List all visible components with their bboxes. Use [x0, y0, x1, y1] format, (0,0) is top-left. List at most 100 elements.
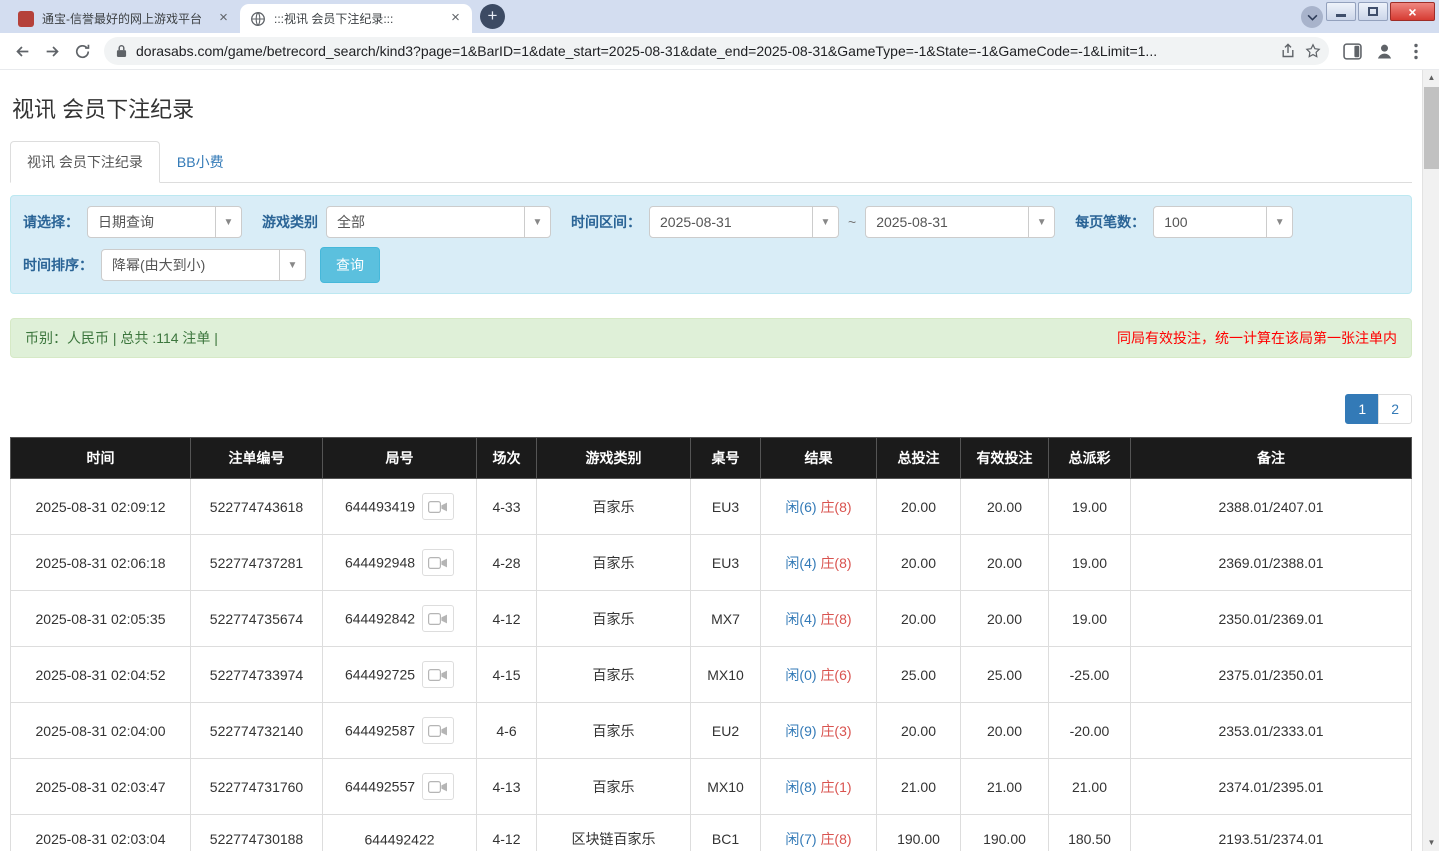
round-number: 644492587 — [344, 722, 416, 739]
page-scrollbar[interactable]: ▲ ▼ — [1422, 70, 1439, 851]
bet-records-table: 时间 注单编号 局号 场次 游戏类别 桌号 结果 总投注 有效投注 总派彩 备注 2025-08-3… — [10, 437, 1412, 851]
browser-window: 通宝-信誉最好的网上游戏平台 × :::视讯 会员下注纪录::: × + × d… — [0, 0, 1439, 70]
bookmark-star-icon[interactable] — [1305, 43, 1321, 59]
chevron-down-icon[interactable]: ▼ — [215, 207, 241, 237]
sort-order-label: 时间排序： — [23, 257, 93, 273]
page-content: 视讯 会员下注纪录 视讯 会员下注纪录 BB小费 请选择： 日期查询 ▼ 游戏类… — [0, 70, 1422, 851]
chevron-down-icon[interactable]: ▼ — [1266, 207, 1292, 237]
table-header-row: 时间 注单编号 局号 场次 游戏类别 桌号 结果 总投注 有效投注 总派彩 备注 — [10, 437, 1412, 479]
per-page-dropdown[interactable]: 100 ▼ — [1153, 206, 1294, 238]
window-minimize-button[interactable] — [1326, 2, 1356, 21]
cell-valid-bet: 20.00 — [960, 478, 1049, 535]
reload-icon[interactable] — [68, 37, 96, 65]
cell-bet-id: 522774735674 — [190, 590, 323, 647]
cell-bet-id: 522774737281 — [190, 534, 323, 591]
window-close-button[interactable]: × — [1390, 2, 1435, 21]
chevron-down-icon[interactable]: ▼ — [279, 250, 305, 280]
chevron-down-icon[interactable]: ▼ — [812, 207, 838, 237]
scrollbar-down-arrow[interactable]: ▼ — [1423, 835, 1439, 851]
video-icon[interactable] — [422, 493, 455, 520]
cell-game-type: 百家乐 — [536, 534, 691, 591]
url-text[interactable]: dorasabs.com/game/betrecord_search/kind3… — [136, 43, 1271, 59]
scrollbar-thumb[interactable] — [1424, 87, 1439, 169]
chevron-down-icon[interactable]: ▼ — [524, 207, 550, 237]
tab-bb-tips[interactable]: BB小费 — [160, 141, 241, 183]
forward-icon[interactable] — [38, 37, 66, 65]
result-banker: 庄(8) — [820, 610, 852, 627]
cell-valid-bet: 25.00 — [960, 646, 1049, 703]
side-panel-icon[interactable] — [1337, 37, 1367, 65]
browser-tab-betrecord[interactable]: :::视讯 会员下注纪录::: × — [240, 4, 472, 33]
cell-payout: -25.00 — [1048, 646, 1131, 703]
date-end-value: 2025-08-31 — [876, 214, 948, 230]
currency-total-summary: 币别：人民币 | 总共 :114 注单 | — [25, 330, 218, 346]
cell-total-bet: 190.00 — [876, 814, 961, 851]
cell-round: 644493419 — [322, 478, 477, 535]
game-type-dropdown[interactable]: 全部 ▼ — [326, 206, 551, 238]
cell-payout: 21.00 — [1048, 758, 1131, 815]
result-player: 闲(4) — [785, 610, 817, 627]
cell-result: 闲(6) 庄(8) — [760, 478, 877, 535]
table-row: 2025-08-31 02:03:47 522774731760 644492557… — [10, 758, 1412, 815]
column-header: 游戏类别 — [536, 437, 691, 479]
back-icon[interactable] — [8, 37, 36, 65]
cell-time: 2025-08-31 02:04:52 — [10, 646, 191, 703]
video-icon[interactable] — [422, 605, 455, 632]
search-button[interactable]: 查询 — [320, 247, 380, 283]
cell-game-type: 百家乐 — [536, 646, 691, 703]
video-icon[interactable] — [422, 549, 455, 576]
cell-note: 2375.01/2350.01 — [1130, 646, 1412, 703]
pagination-page-2[interactable]: 2 — [1378, 394, 1412, 424]
new-tab-button[interactable]: + — [480, 4, 505, 29]
table-row: 2025-08-31 02:04:00 522774732140 644492587… — [10, 702, 1412, 759]
cell-round: 644492842 — [322, 590, 477, 647]
table-row: 2025-08-31 02:09:12 522774743618 644493419… — [10, 478, 1412, 535]
pagination-page-1[interactable]: 1 — [1345, 394, 1380, 424]
tab-close-icon[interactable]: × — [447, 10, 464, 27]
column-header: 桌号 — [690, 437, 761, 479]
address-bar[interactable]: dorasabs.com/game/betrecord_search/kind3… — [104, 37, 1329, 65]
share-icon[interactable] — [1280, 43, 1296, 59]
result-banker: 庄(6) — [820, 666, 852, 683]
cell-valid-bet: 21.00 — [960, 758, 1049, 815]
cell-note: 2193.51/2374.01 — [1130, 814, 1412, 851]
sort-order-dropdown[interactable]: 降幂(由大到小) ▼ — [101, 249, 306, 281]
cell-session: 4-15 — [476, 646, 537, 703]
date-start-dropdown[interactable]: 2025-08-31 ▼ — [649, 206, 839, 238]
cell-note: 2369.01/2388.01 — [1130, 534, 1412, 591]
select-mode-value: 日期查询 — [98, 214, 154, 230]
cell-valid-bet: 20.00 — [960, 702, 1049, 759]
tab-bet-records[interactable]: 视讯 会员下注纪录 — [10, 141, 160, 183]
browser-menu-icon[interactable] — [1401, 37, 1431, 65]
profile-avatar-icon[interactable] — [1369, 37, 1399, 65]
round-number: 644493419 — [344, 498, 416, 515]
cell-time: 2025-08-31 02:05:35 — [10, 590, 191, 647]
result-player: 闲(9) — [785, 722, 817, 739]
cell-bet-id: 522774743618 — [190, 478, 323, 535]
column-header: 场次 — [476, 437, 537, 479]
date-start-value: 2025-08-31 — [660, 214, 732, 230]
cell-game-type: 百家乐 — [536, 590, 691, 647]
window-maximize-button[interactable] — [1358, 2, 1388, 21]
cell-note: 2350.01/2369.01 — [1130, 590, 1412, 647]
chevron-down-icon[interactable]: ▼ — [1028, 207, 1054, 237]
cell-result: 闲(4) 庄(8) — [760, 590, 877, 647]
video-icon[interactable] — [422, 717, 455, 744]
date-end-dropdown[interactable]: 2025-08-31 ▼ — [865, 206, 1056, 238]
select-mode-dropdown[interactable]: 日期查询 ▼ — [87, 206, 242, 238]
tab-close-icon[interactable]: × — [215, 10, 232, 27]
round-number: 644492842 — [344, 610, 416, 627]
tab-search-icon[interactable] — [1301, 6, 1323, 28]
cell-round: 644492948 — [322, 534, 477, 591]
scrollbar-up-arrow[interactable]: ▲ — [1423, 70, 1439, 86]
cell-table-no: EU2 — [690, 702, 761, 759]
cell-round: 644492587 — [322, 702, 477, 759]
round-number: 644492557 — [344, 778, 416, 795]
result-player: 闲(7) — [785, 831, 817, 847]
browser-tab-strip: 通宝-信誉最好的网上游戏平台 × :::视讯 会员下注纪录::: × + × — [0, 0, 1439, 33]
table-body: 2025-08-31 02:09:12 522774743618 644493419… — [10, 478, 1412, 851]
video-icon[interactable] — [422, 661, 455, 688]
lock-icon[interactable] — [116, 44, 127, 58]
video-icon[interactable] — [422, 773, 455, 800]
browser-tab-home[interactable]: 通宝-信誉最好的网上游戏平台 × — [8, 4, 240, 33]
